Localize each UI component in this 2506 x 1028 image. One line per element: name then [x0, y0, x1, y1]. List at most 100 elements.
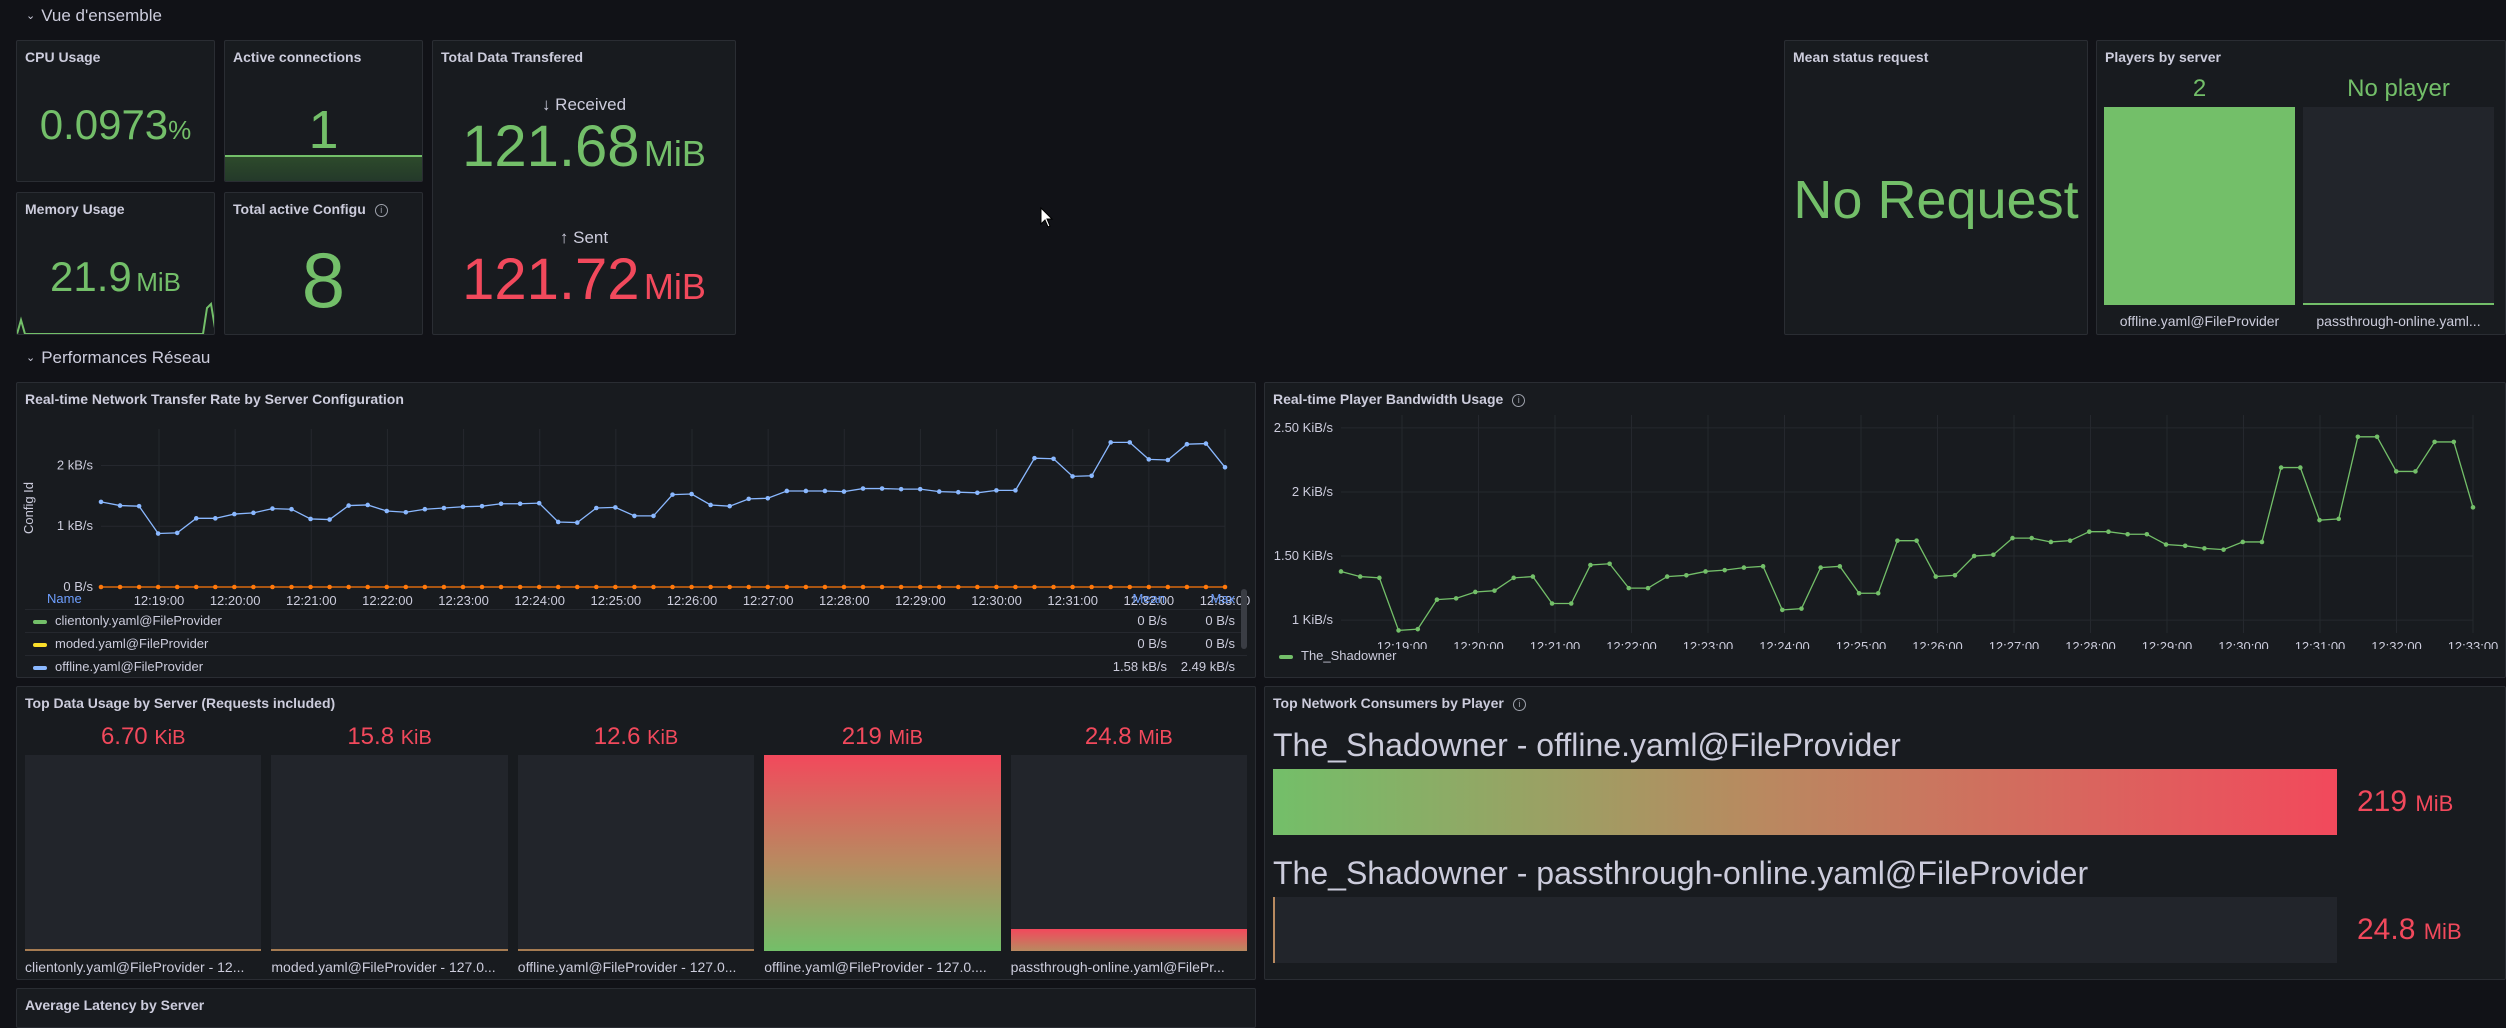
legend-mean: 1.58 kB/s [1112, 659, 1167, 674]
x-tick-label: 12:21:00 [1530, 639, 1581, 649]
top-network-consumers-panel[interactable]: Top Network Consumers by Player i The_Sha… [1264, 686, 2506, 980]
data-point [1626, 585, 1632, 591]
memory-usage-panel[interactable]: Memory Usage 21.9 MiB [16, 192, 215, 335]
x-tick-label: 12:27:00 [1989, 639, 2040, 649]
panel-title: Players by server [2105, 49, 2221, 65]
connections-sparkline [225, 155, 422, 181]
bar-value-number: 24.8 [1084, 723, 1139, 750]
data-point [841, 489, 847, 494]
series-swatch [33, 665, 47, 670]
top-data-usage-panel[interactable]: Top Data Usage by Server (Requests inclu… [16, 686, 1256, 980]
data-point [1568, 601, 1574, 606]
info-icon[interactable]: i [1512, 698, 1526, 711]
y-tick-label: 2.50 KiB/s [1274, 420, 1334, 435]
x-tick-label: 12:31:00 [2295, 639, 2346, 649]
consumer-value-unit: MiB [2423, 919, 2462, 944]
total-data-transfered-panel[interactable]: Total Data Transfered ↓ Received 121.68 … [432, 40, 736, 335]
data-point [2259, 539, 2265, 545]
mean-status-request-panel[interactable]: Mean status request No Request [1784, 40, 2088, 335]
legend-row[interactable]: clientonly.yaml@FileProvider 0 B/s 0 B/s [25, 609, 1247, 632]
data-point [1856, 590, 1862, 596]
panel-title-wrapper: Total active Configu i [233, 201, 388, 217]
data-point [955, 489, 961, 495]
chevron-down-icon: ⌄ [26, 10, 36, 22]
bar-fill [25, 949, 262, 951]
legend-header-name[interactable]: Name [47, 589, 82, 609]
data-point [689, 491, 694, 497]
data-point [2029, 535, 2035, 541]
data-point [898, 486, 904, 492]
data-usage-bars: 6.70 KiB clientonly.yaml@FileProvider - 1… [25, 723, 1247, 977]
legend-name: clientonly.yaml@FileProvider [55, 613, 222, 628]
data-point [2336, 516, 2341, 522]
row-network-header[interactable]: ⌄ Performances Réseau [26, 348, 210, 368]
bar-category-label: offline.yaml@FileProvider - 127.0... [517, 959, 737, 975]
data-point [1588, 562, 1593, 568]
legend-name: The_Shadowner [1301, 648, 1397, 663]
data-point [574, 520, 580, 525]
x-tick-label: 12:20:00 [1453, 639, 1504, 649]
cpu-usage-panel[interactable]: CPU Usage 0.0973% [16, 40, 215, 182]
data-point [270, 506, 275, 511]
data-point [2048, 539, 2054, 545]
consumer-label: The_Shadowner - offline.yaml@FileProvide… [1273, 727, 1901, 763]
legend-scrollbar[interactable] [1241, 589, 1247, 649]
player-bar-name: passthrough-online.yaml... [2316, 313, 2481, 329]
memory-sparkline [17, 301, 214, 334]
players-by-server-panel[interactable]: Players by server 2 offline.yaml@FilePro… [2096, 40, 2506, 335]
info-icon[interactable]: i [374, 204, 388, 217]
data-point [803, 488, 809, 494]
average-latency-panel[interactable]: Average Latency by Server [16, 988, 1256, 1028]
data-point [784, 488, 790, 494]
data-point [289, 506, 294, 512]
y-tick-label: 2 KiB/s [1292, 484, 1334, 499]
data-point [1032, 455, 1037, 461]
data-point [2125, 531, 2130, 537]
legend-row[interactable]: offline.yaml@FileProvider 1.58 kB/s 2.49 k… [25, 655, 1247, 677]
data-point [1357, 574, 1363, 579]
data-point [1013, 488, 1018, 493]
bar-value-number: 12.6 [593, 723, 648, 750]
status-value: No Request [1793, 170, 2079, 230]
series-swatch [33, 619, 47, 624]
bar-fill [271, 949, 508, 951]
data-point [1415, 626, 1421, 632]
info-icon[interactable]: i [1512, 394, 1526, 407]
data-point [2374, 434, 2380, 440]
data-point [2317, 517, 2322, 523]
row-title: Performances Réseau [41, 348, 211, 367]
bar-value-unit: KiB [647, 727, 679, 749]
row-overview-header[interactable]: ⌄ Vue d'ensemble [26, 6, 162, 26]
panel-title: Total active Configu [233, 201, 366, 217]
bar-category-label: offline.yaml@FileProvider - 127.0.... [764, 959, 987, 975]
player-bar-0: 2 offline.yaml@FileProvider [2104, 75, 2295, 334]
data-point [1818, 565, 1823, 570]
x-tick-label: 12:28:00 [2065, 639, 2116, 649]
legend-row[interactable]: moded.yaml@FileProvider 0 B/s 0 B/s [25, 632, 1247, 655]
legend-header-max[interactable]: Max [1210, 589, 1235, 609]
bar-value-label: 24.8 MiB [1011, 723, 1247, 751]
legend-row[interactable]: The_Shadowner [1273, 648, 1396, 663]
data-point [1703, 569, 1708, 574]
data-point [479, 503, 485, 509]
data-point [2451, 439, 2457, 445]
network-transfer-chart[interactable]: Config Id0 B/s1 kB/s2 kB/s12:19:00 12:20:… [17, 409, 1256, 609]
data-point [727, 503, 732, 509]
player-bandwidth-chart[interactable]: 1 KiB/s1.50 KiB/s2 KiB/s2.50 KiB/s12:19:… [1265, 409, 2506, 649]
panel-title: Active connections [233, 49, 362, 65]
player-bandwidth-panel[interactable]: Real-time Player Bandwidth Usage i 1 KiB/… [1264, 382, 2506, 678]
legend-header-mean[interactable]: Mean [1132, 589, 1165, 609]
data-point [232, 511, 237, 517]
network-transfer-rate-panel[interactable]: Real-time Network Transfer Rate by Serve… [16, 382, 1256, 678]
stat-value: 0.0973% [17, 101, 214, 149]
panel-title: Real-time Player Bandwidth Usage [1273, 391, 1504, 407]
data-point [2086, 529, 2092, 534]
data-point [251, 510, 256, 516]
total-active-configs-panel[interactable]: Total active Configu i 8 [224, 192, 423, 335]
panel-title: Memory Usage [25, 201, 125, 217]
data-point [1837, 564, 1843, 569]
consumer-value-unit: MiB [2415, 791, 2454, 816]
active-connections-panel[interactable]: Active connections 1 [224, 40, 423, 182]
legend-max: 0 B/s [1205, 613, 1235, 628]
player-bar-track [2303, 107, 2494, 305]
